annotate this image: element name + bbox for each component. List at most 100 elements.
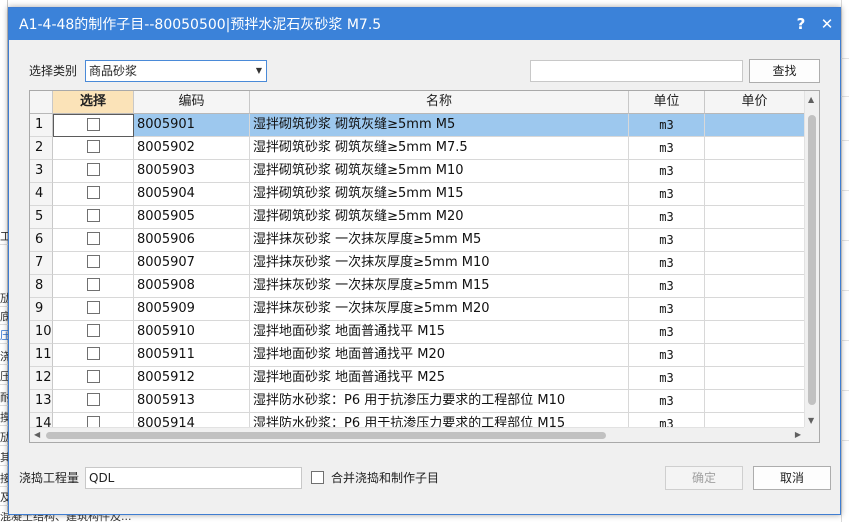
price-cell[interactable] (705, 275, 805, 298)
column-header-unit[interactable]: 单位 (629, 91, 705, 114)
table-row[interactable]: 14 8005914 湿拌防水砂浆：P6 用于抗渗压力要求的工程部位 M15 m… (30, 413, 805, 428)
vertical-scroll-thumb[interactable] (808, 115, 816, 405)
table-row[interactable]: 10 8005910 湿拌地面砂浆 地面普通找平 M15 m3 (30, 321, 805, 344)
scroll-left-icon[interactable]: ◀ (34, 430, 40, 439)
unit-cell: m3 (629, 298, 705, 321)
price-cell[interactable] (705, 160, 805, 183)
close-icon[interactable]: ✕ (814, 15, 840, 33)
table-row[interactable]: 2 8005902 湿拌砌筑砂浆 砌筑灰缝≥5mm M7.5 m3 (30, 137, 805, 160)
select-cell[interactable] (53, 413, 134, 428)
select-cell[interactable] (53, 298, 134, 321)
row-checkbox[interactable] (86, 347, 100, 360)
scroll-down-icon[interactable]: ▼ (808, 416, 814, 425)
row-checkbox[interactable] (86, 186, 100, 199)
row-number-header (30, 91, 53, 114)
unit-cell: m3 (629, 367, 705, 390)
row-number: 8 (30, 275, 53, 298)
row-checkbox[interactable] (86, 278, 100, 291)
select-cell[interactable] (53, 344, 134, 367)
vertical-scrollbar[interactable]: ▲ ▼ (804, 91, 819, 428)
background-text: 劢 (0, 429, 8, 446)
price-cell[interactable] (705, 321, 805, 344)
table-row[interactable]: 5 8005905 湿拌砌筑砂浆 砌筑灰缝≥5mm M20 m3 (30, 206, 805, 229)
unit-cell: m3 (629, 114, 705, 137)
name-cell: 湿拌地面砂浆 地面普通找平 M15 (250, 321, 629, 344)
code-cell: 8005906 (134, 229, 250, 252)
search-button[interactable]: 查找 (749, 59, 820, 83)
select-cell[interactable] (53, 137, 134, 160)
table-row[interactable]: 1 8005901 湿拌砌筑砂浆 砌筑灰缝≥5mm M5 m3 (30, 114, 805, 137)
price-cell[interactable] (705, 390, 805, 413)
column-header-price[interactable]: 单价 (705, 91, 805, 114)
row-checkbox[interactable] (86, 163, 100, 176)
row-checkbox[interactable] (86, 255, 100, 268)
price-cell[interactable] (705, 298, 805, 321)
filter-toolbar: 选择类别 商品砂浆 ▼ 查找 (9, 59, 840, 84)
ok-button[interactable]: 确定 (665, 466, 743, 490)
row-checkbox[interactable] (87, 118, 100, 131)
name-cell: 湿拌防水砂浆：P6 用于抗渗压力要求的工程部位 M10 (250, 390, 629, 413)
row-checkbox[interactable] (86, 370, 100, 383)
select-cell[interactable] (53, 252, 134, 275)
horizontal-scroll-thumb[interactable] (46, 432, 606, 439)
table-row[interactable]: 8 8005908 湿拌抹灰砂浆 一次抹灰厚度≥5mm M15 m3 (30, 275, 805, 298)
price-cell[interactable] (705, 367, 805, 390)
select-cell[interactable] (53, 390, 134, 413)
row-number: 3 (30, 160, 53, 183)
price-cell[interactable] (705, 114, 805, 137)
table-row[interactable]: 11 8005911 湿拌地面砂浆 地面普通找平 M20 m3 (30, 344, 805, 367)
scroll-up-icon[interactable]: ▲ (808, 95, 814, 104)
merge-checkbox[interactable] (311, 471, 324, 484)
background-text: 工 (0, 228, 8, 245)
code-cell: 8005907 (134, 252, 250, 275)
table-row[interactable]: 6 8005906 湿拌抹灰砂浆 一次抹灰厚度≥5mm M5 m3 (30, 229, 805, 252)
scroll-right-icon[interactable]: ▶ (795, 430, 801, 439)
row-checkbox[interactable] (86, 393, 100, 406)
horizontal-scrollbar[interactable]: ◀ ▶ (30, 427, 805, 442)
select-cell[interactable] (53, 206, 134, 229)
price-cell[interactable] (705, 413, 805, 428)
select-cell[interactable] (53, 275, 134, 298)
price-cell[interactable] (705, 183, 805, 206)
select-cell[interactable] (53, 321, 134, 344)
price-cell[interactable] (705, 252, 805, 275)
row-number: 1 (30, 114, 53, 137)
table-row[interactable]: 12 8005912 湿拌地面砂浆 地面普通找平 M25 m3 (30, 367, 805, 390)
table-row[interactable]: 13 8005913 湿拌防水砂浆：P6 用于抗渗压力要求的工程部位 M10 m… (30, 390, 805, 413)
table-row[interactable]: 9 8005909 湿拌抹灰砂浆 一次抹灰厚度≥5mm M20 m3 (30, 298, 805, 321)
quantity-input[interactable]: QDL (85, 467, 302, 489)
row-checkbox[interactable] (86, 140, 100, 153)
price-cell[interactable] (705, 344, 805, 367)
row-checkbox[interactable] (86, 301, 100, 314)
table-row[interactable]: 7 8005907 湿拌抹灰砂浆 一次抹灰厚度≥5mm M10 m3 (30, 252, 805, 275)
search-input[interactable] (530, 60, 743, 82)
category-select[interactable]: 商品砂浆 ▼ (85, 60, 267, 82)
table-row[interactable]: 3 8005903 湿拌砌筑砂浆 砌筑灰缝≥5mm M10 m3 (30, 160, 805, 183)
chevron-down-icon[interactable]: ▼ (256, 61, 262, 81)
row-checkbox[interactable] (86, 209, 100, 222)
price-cell[interactable] (705, 229, 805, 252)
merge-label[interactable]: 合并浇捣和制作子目 (331, 467, 439, 489)
select-cell[interactable] (53, 183, 134, 206)
background-left-panel: 工 劢 底 压 浇 压 耐 摸 劢 其 接 及 (0, 0, 8, 522)
select-cell[interactable] (53, 229, 134, 252)
row-number: 12 (30, 367, 53, 390)
quantity-label: 浇捣工程量 (19, 471, 80, 485)
table-row[interactable]: 4 8005904 湿拌砌筑砂浆 砌筑灰缝≥5mm M15 m3 (30, 183, 805, 206)
row-checkbox[interactable] (86, 324, 100, 337)
row-checkbox[interactable] (86, 232, 100, 245)
select-cell[interactable] (53, 367, 134, 390)
cancel-button[interactable]: 取消 (753, 466, 831, 490)
background-text: 底 (0, 308, 8, 325)
help-icon[interactable]: ? (788, 15, 814, 33)
price-cell[interactable] (705, 206, 805, 229)
column-header-select[interactable]: 选择 (53, 91, 134, 114)
select-cell[interactable] (53, 114, 134, 137)
background-text: 压 (0, 368, 8, 385)
name-cell: 湿拌地面砂浆 地面普通找平 M25 (250, 367, 629, 390)
price-cell[interactable] (705, 137, 805, 160)
select-cell[interactable] (53, 160, 134, 183)
column-header-name[interactable]: 名称 (250, 91, 629, 114)
code-cell: 8005904 (134, 183, 250, 206)
column-header-code[interactable]: 编码 (134, 91, 250, 114)
